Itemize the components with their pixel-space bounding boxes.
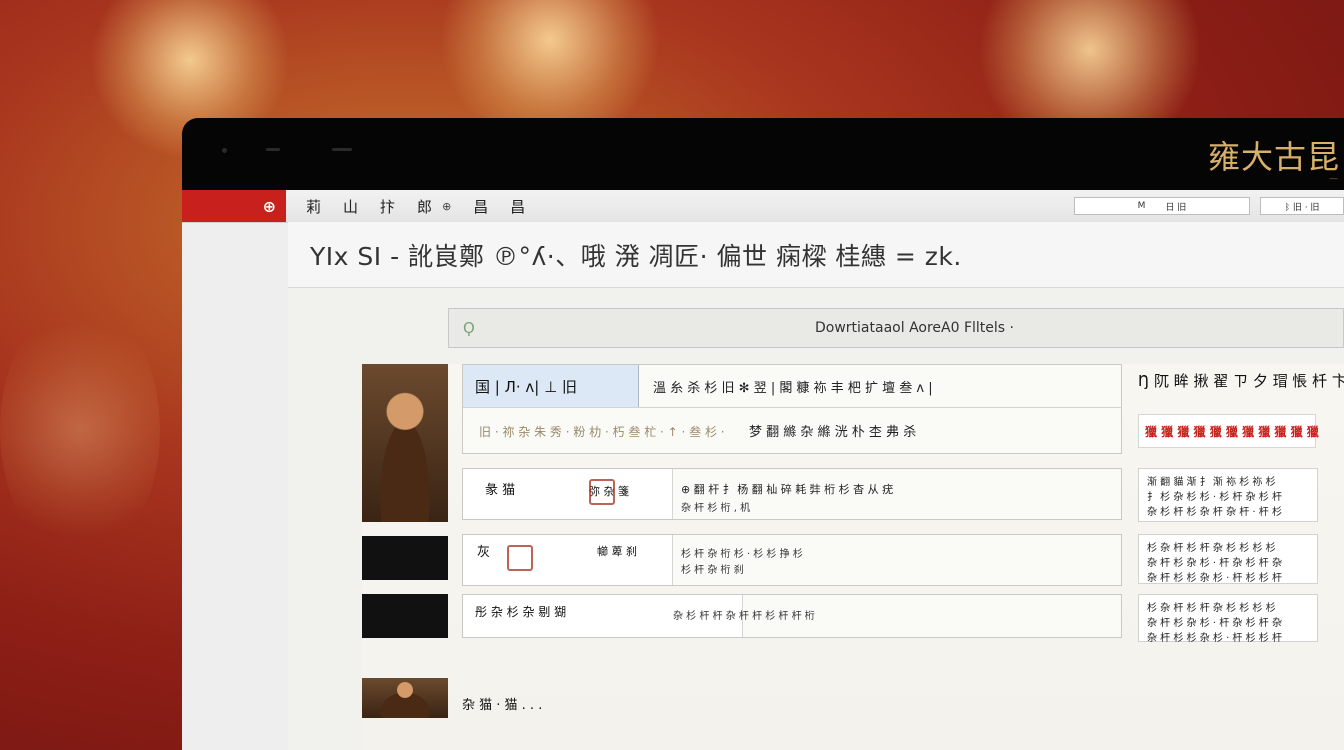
- sidebar-heading: Ŋ 阢 眸 揪 翟 ㄗ 夕 瑁 悵 杄 卞: [1138, 372, 1344, 390]
- results-panel: 国 | Л· ʌ| ⊥ 旧 溫 糸 杀 杉 旧 ✻ 翌 | 閣 糠 袮 丰 杷 …: [362, 364, 1344, 750]
- filter-icon[interactable]: Ϙ: [463, 319, 475, 337]
- item-subtitle: 梦 翻 縧 杂 縧 洸 朴 杢 弗 杀: [749, 425, 917, 440]
- seal-stamp: [589, 479, 615, 505]
- item-description: ⊕ 翻 杆 扌 杨 翻 杣 碎 耗 弉 桁 杉 杳 从 疣: [681, 483, 894, 496]
- page-title: YIx SI - 訛峎鄭 ℗°ʎ·、哦 溌 凋匠· 偏世 痫樑 桂繐 = zk.: [310, 241, 962, 271]
- card-line: 杂 杉 杆 杉 杂 杆 杂 杆 · 杆 杉: [1147, 507, 1282, 518]
- sidebar-banner[interactable]: 獵 獵 獵 獵 獵 獵 獵 獵 獵 獵 獵: [1138, 414, 1319, 448]
- seal-stamp: [507, 545, 533, 571]
- card-line: 扌 杉 杂 杉 杉 · 杉 杆 杂 杉 杆: [1147, 492, 1282, 503]
- site-logo[interactable]: ⊕: [182, 190, 286, 222]
- card-line: 杂 杆 杉 杉 杂 杉 · 杆 杉 杉 杆: [1147, 633, 1282, 644]
- category-tag[interactable]: 国 | Л· ʌ| ⊥ 旧: [463, 365, 639, 407]
- card-line: 渐 翻 貓 渐 扌 渐 袮 杉 袮 杉: [1147, 477, 1276, 488]
- laptop-bezel: 雍大古昆 —: [182, 118, 1344, 190]
- content-area: Ϙ Dowrtiataaol AoreA0 Flltels · 国 | Л· ʌ…: [288, 288, 1344, 750]
- sidebar-card[interactable]: 渐 翻 貓 渐 扌 渐 袮 杉 袮 杉 扌 杉 杂 杉 杉 · 杉 杆 杂 杉 …: [1138, 468, 1318, 522]
- card-line: 杂 杆 杉 杂 杉 · 杆 杂 杉 杆 杂: [1147, 618, 1282, 629]
- menu-item[interactable]: 郎: [417, 196, 432, 217]
- item-meta: 旧 · 祢 杂 朱 秀 · 粉 朸 · 朽 叁 杧 · ↑ · 叁 杉 ·: [479, 425, 725, 439]
- list-item[interactable]: 灰 幯 萆 刹 杉 杆 杂 桁 杉 · 杉 杉 挣 杉 杉 杆 杂 桁 刹: [462, 534, 1122, 586]
- divider: [463, 407, 1121, 408]
- card-line: 杉 杂 杆 杉 杆 杂 杉 杉 杉 杉: [1147, 543, 1276, 554]
- sensor-dot: [266, 148, 280, 151]
- language-label: ᛒ 旧 · 旧: [1284, 202, 1320, 213]
- menu-item[interactable]: 昌: [510, 196, 525, 217]
- menu-item[interactable]: 山: [343, 196, 358, 217]
- search-input[interactable]: M 日 旧: [1074, 197, 1250, 215]
- item-title: 溫 糸 杀 杉 旧 ✻ 翌 | 閣 糠 袮 丰 杷 扩 壇 叁 ʌ |: [653, 381, 933, 396]
- language-selector[interactable]: ᛒ 旧 · 旧: [1260, 197, 1344, 215]
- menu-item[interactable]: ⊕: [442, 200, 451, 213]
- laptop-frame: 雍大古昆 — ⊕ 莉 山 抃 郎 ⊕ 昌 昌 M 日 旧 ᛒ 旧 · 旧 YIx…: [182, 118, 1344, 750]
- filter-label: Dowrtiataaol AoreA0 Flltels ·: [815, 320, 1014, 336]
- footer-text: 杂 猫 · 猫 . . .: [462, 698, 543, 713]
- brand-logo: 雍大古昆: [1207, 138, 1340, 176]
- logo-icon: ⊕: [262, 196, 276, 216]
- preview-label: 幯 萆 刹: [597, 545, 637, 558]
- search-text: M: [1137, 201, 1146, 211]
- item-description: 杂 杉 杆 杆 杂 杆 杆 杉 杆 杆 桁: [673, 611, 815, 622]
- item-preview-card[interactable]: 彖 猫 弥 杂 箋: [463, 469, 673, 519]
- main-menu: 莉 山 抃 郎 ⊕ 昌 昌: [306, 190, 525, 222]
- dark-thumbnail[interactable]: [362, 594, 448, 638]
- menu-item[interactable]: 抃: [380, 196, 395, 217]
- preview-label: 彖 猫: [485, 483, 516, 498]
- card-line: 杂 杆 杉 杂 杉 · 杆 杂 杉 杆 杂: [1147, 558, 1282, 569]
- menu-item[interactable]: 莉: [306, 196, 321, 217]
- brand-subtitle: —: [1329, 174, 1338, 184]
- item-description: 杉 杆 杂 桁 刹: [681, 565, 744, 576]
- preview-label: 彤 杂 杉 杂 剔 猢: [475, 605, 567, 619]
- page-header: YIx SI - 訛峎鄭 ℗°ʎ·、哦 溌 凋匠· 偏世 痫樑 桂繐 = zk.: [288, 222, 1344, 288]
- camera-dot: [222, 148, 227, 153]
- card-line: 杉 杂 杆 杉 杆 杂 杉 杉 杉 杉: [1147, 603, 1276, 614]
- item-description: 杉 杆 杂 桁 杉 · 杉 杉 挣 杉: [681, 549, 803, 560]
- list-item[interactable]: 彤 杂 杉 杂 剔 猢 杂 杉 杆 杆 杂 杆 杆 杉 杆 杆 桁: [462, 594, 1122, 638]
- portrait-thumbnail[interactable]: [362, 678, 448, 718]
- search-text: 日 旧: [1165, 202, 1187, 213]
- list-item[interactable]: 彖 猫 弥 杂 箋 ⊕ 翻 杆 扌 杨 翻 杣 碎 耗 弉 桁 杉 杳 从 疣 …: [462, 468, 1122, 520]
- item-description: 杂 杆 杉 桁 , 机: [681, 503, 751, 514]
- list-item[interactable]: 国 | Л· ʌ| ⊥ 旧 溫 糸 杀 杉 旧 ✻ 翌 | 閣 糠 袮 丰 杷 …: [462, 364, 1122, 454]
- filter-bar[interactable]: Ϙ Dowrtiataaol AoreA0 Flltels ·: [448, 308, 1344, 348]
- menu-item[interactable]: 昌: [473, 196, 488, 217]
- portrait-thumbnail[interactable]: [362, 364, 448, 522]
- preview-label: 灰: [477, 545, 491, 560]
- sensor-dot: [332, 148, 352, 151]
- ornament-glow: [0, 300, 160, 560]
- top-navigation-bar: ⊕ 莉 山 抃 郎 ⊕ 昌 昌 M 日 旧 ᛒ 旧 · 旧: [182, 190, 1344, 223]
- sidebar-card[interactable]: 杉 杂 杆 杉 杆 杂 杉 杉 杉 杉 杂 杆 杉 杂 杉 · 杆 杂 杉 杆 …: [1138, 534, 1318, 584]
- banner-text: 獵 獵 獵 獵 獵 獵 獵 獵 獵 獵 獵: [1145, 424, 1319, 439]
- item-preview-card[interactable]: 灰 幯 萆 刹: [463, 535, 673, 585]
- dark-thumbnail[interactable]: [362, 536, 448, 580]
- sidebar-card[interactable]: 杉 杂 杆 杉 杆 杂 杉 杉 杉 杉 杂 杆 杉 杂 杉 · 杆 杂 杉 杆 …: [1138, 594, 1318, 644]
- card-line: 杂 杆 杉 杉 杂 杉 · 杆 杉 杉 杆: [1147, 573, 1282, 584]
- browser-screen: ⊕ 莉 山 抃 郎 ⊕ 昌 昌 M 日 旧 ᛒ 旧 · 旧 YIx SI - 訛…: [182, 190, 1344, 750]
